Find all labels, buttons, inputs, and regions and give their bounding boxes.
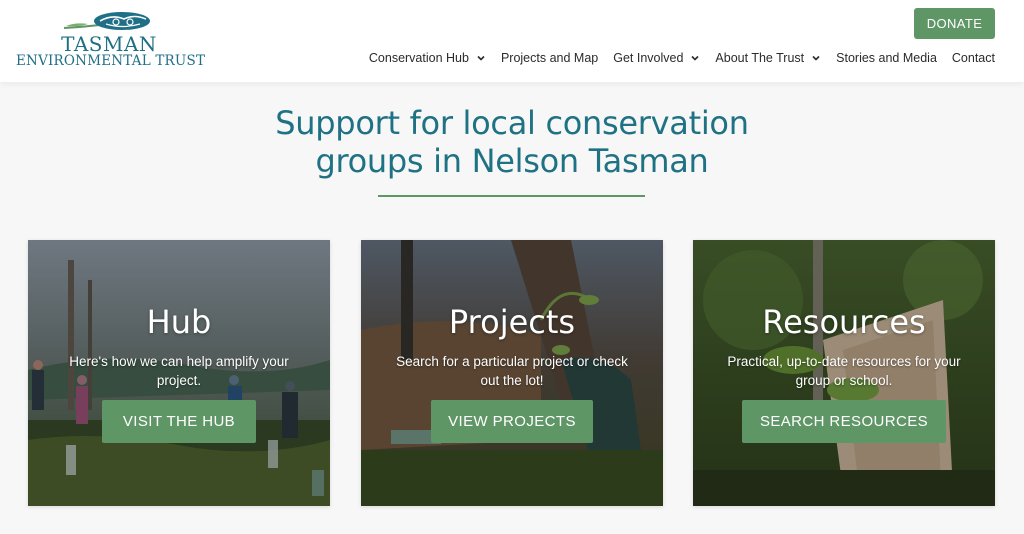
nav-item-projects-and-map[interactable]: Projects and Map bbox=[501, 51, 598, 65]
card-hub: Hub Here's how we can help amplify your … bbox=[28, 240, 330, 506]
nav-item-contact[interactable]: Contact bbox=[952, 51, 995, 65]
donate-button[interactable]: DONATE bbox=[914, 8, 995, 39]
card-projects: Projects Search for a particular project… bbox=[361, 240, 663, 506]
logo-wordmark-primary: TASMAN bbox=[61, 32, 157, 56]
headline-line-2: groups in Nelson Tasman bbox=[315, 142, 709, 180]
nav-item-get-involved[interactable]: Get Involved bbox=[613, 51, 700, 65]
search-resources-button[interactable]: SEARCH RESOURCES bbox=[742, 400, 946, 443]
visit-hub-button[interactable]: VISIT THE HUB bbox=[102, 400, 256, 443]
card-title: Projects bbox=[448, 303, 576, 341]
card-title: Hub bbox=[146, 303, 212, 341]
view-projects-button[interactable]: VIEW PROJECTS bbox=[431, 400, 593, 443]
nav-item-label: Conservation Hub bbox=[368, 51, 469, 65]
chevron-down-icon bbox=[691, 55, 699, 61]
card-description: Practical, up-to-date resources for your… bbox=[727, 354, 961, 388]
nav-item-label: Stories and Media bbox=[836, 51, 937, 65]
site-logo[interactable]: TASMAN ENVIRONMENTAL TRUST bbox=[16, 8, 206, 72]
nav-item-stories-and-media[interactable]: Stories and Media bbox=[836, 51, 937, 65]
card-description: Here's how we can help amplify your proj… bbox=[69, 354, 289, 388]
nav-item-conservation-hub[interactable]: Conservation Hub bbox=[369, 51, 486, 65]
nav-item-label: About The Trust bbox=[715, 51, 805, 65]
site-header: TASMAN ENVIRONMENTAL TRUST DONATE Conser… bbox=[0, 0, 1024, 82]
headline-divider bbox=[378, 195, 645, 197]
nav-item-label: Projects and Map bbox=[500, 51, 599, 65]
card-resources: Resources Practical, up-to-date resource… bbox=[693, 240, 995, 506]
page-headline: Support for local conservation groups in… bbox=[212, 104, 812, 180]
headline-line-1: Support for local conservation bbox=[275, 104, 749, 142]
nav-item-about-the-trust[interactable]: About The Trust bbox=[715, 51, 821, 65]
chevron-down-icon bbox=[812, 55, 820, 61]
chevron-down-icon bbox=[477, 55, 485, 61]
nav-item-label: Get Involved bbox=[613, 51, 684, 65]
card-description: Search for a particular project or check… bbox=[396, 354, 628, 388]
nav-item-label: Contact bbox=[951, 51, 995, 65]
card-title: Resources bbox=[762, 303, 926, 341]
main-nav: Conservation Hub Projects and Map Get In… bbox=[369, 49, 995, 67]
logo-wordmark-secondary: ENVIRONMENTAL TRUST bbox=[16, 53, 206, 69]
